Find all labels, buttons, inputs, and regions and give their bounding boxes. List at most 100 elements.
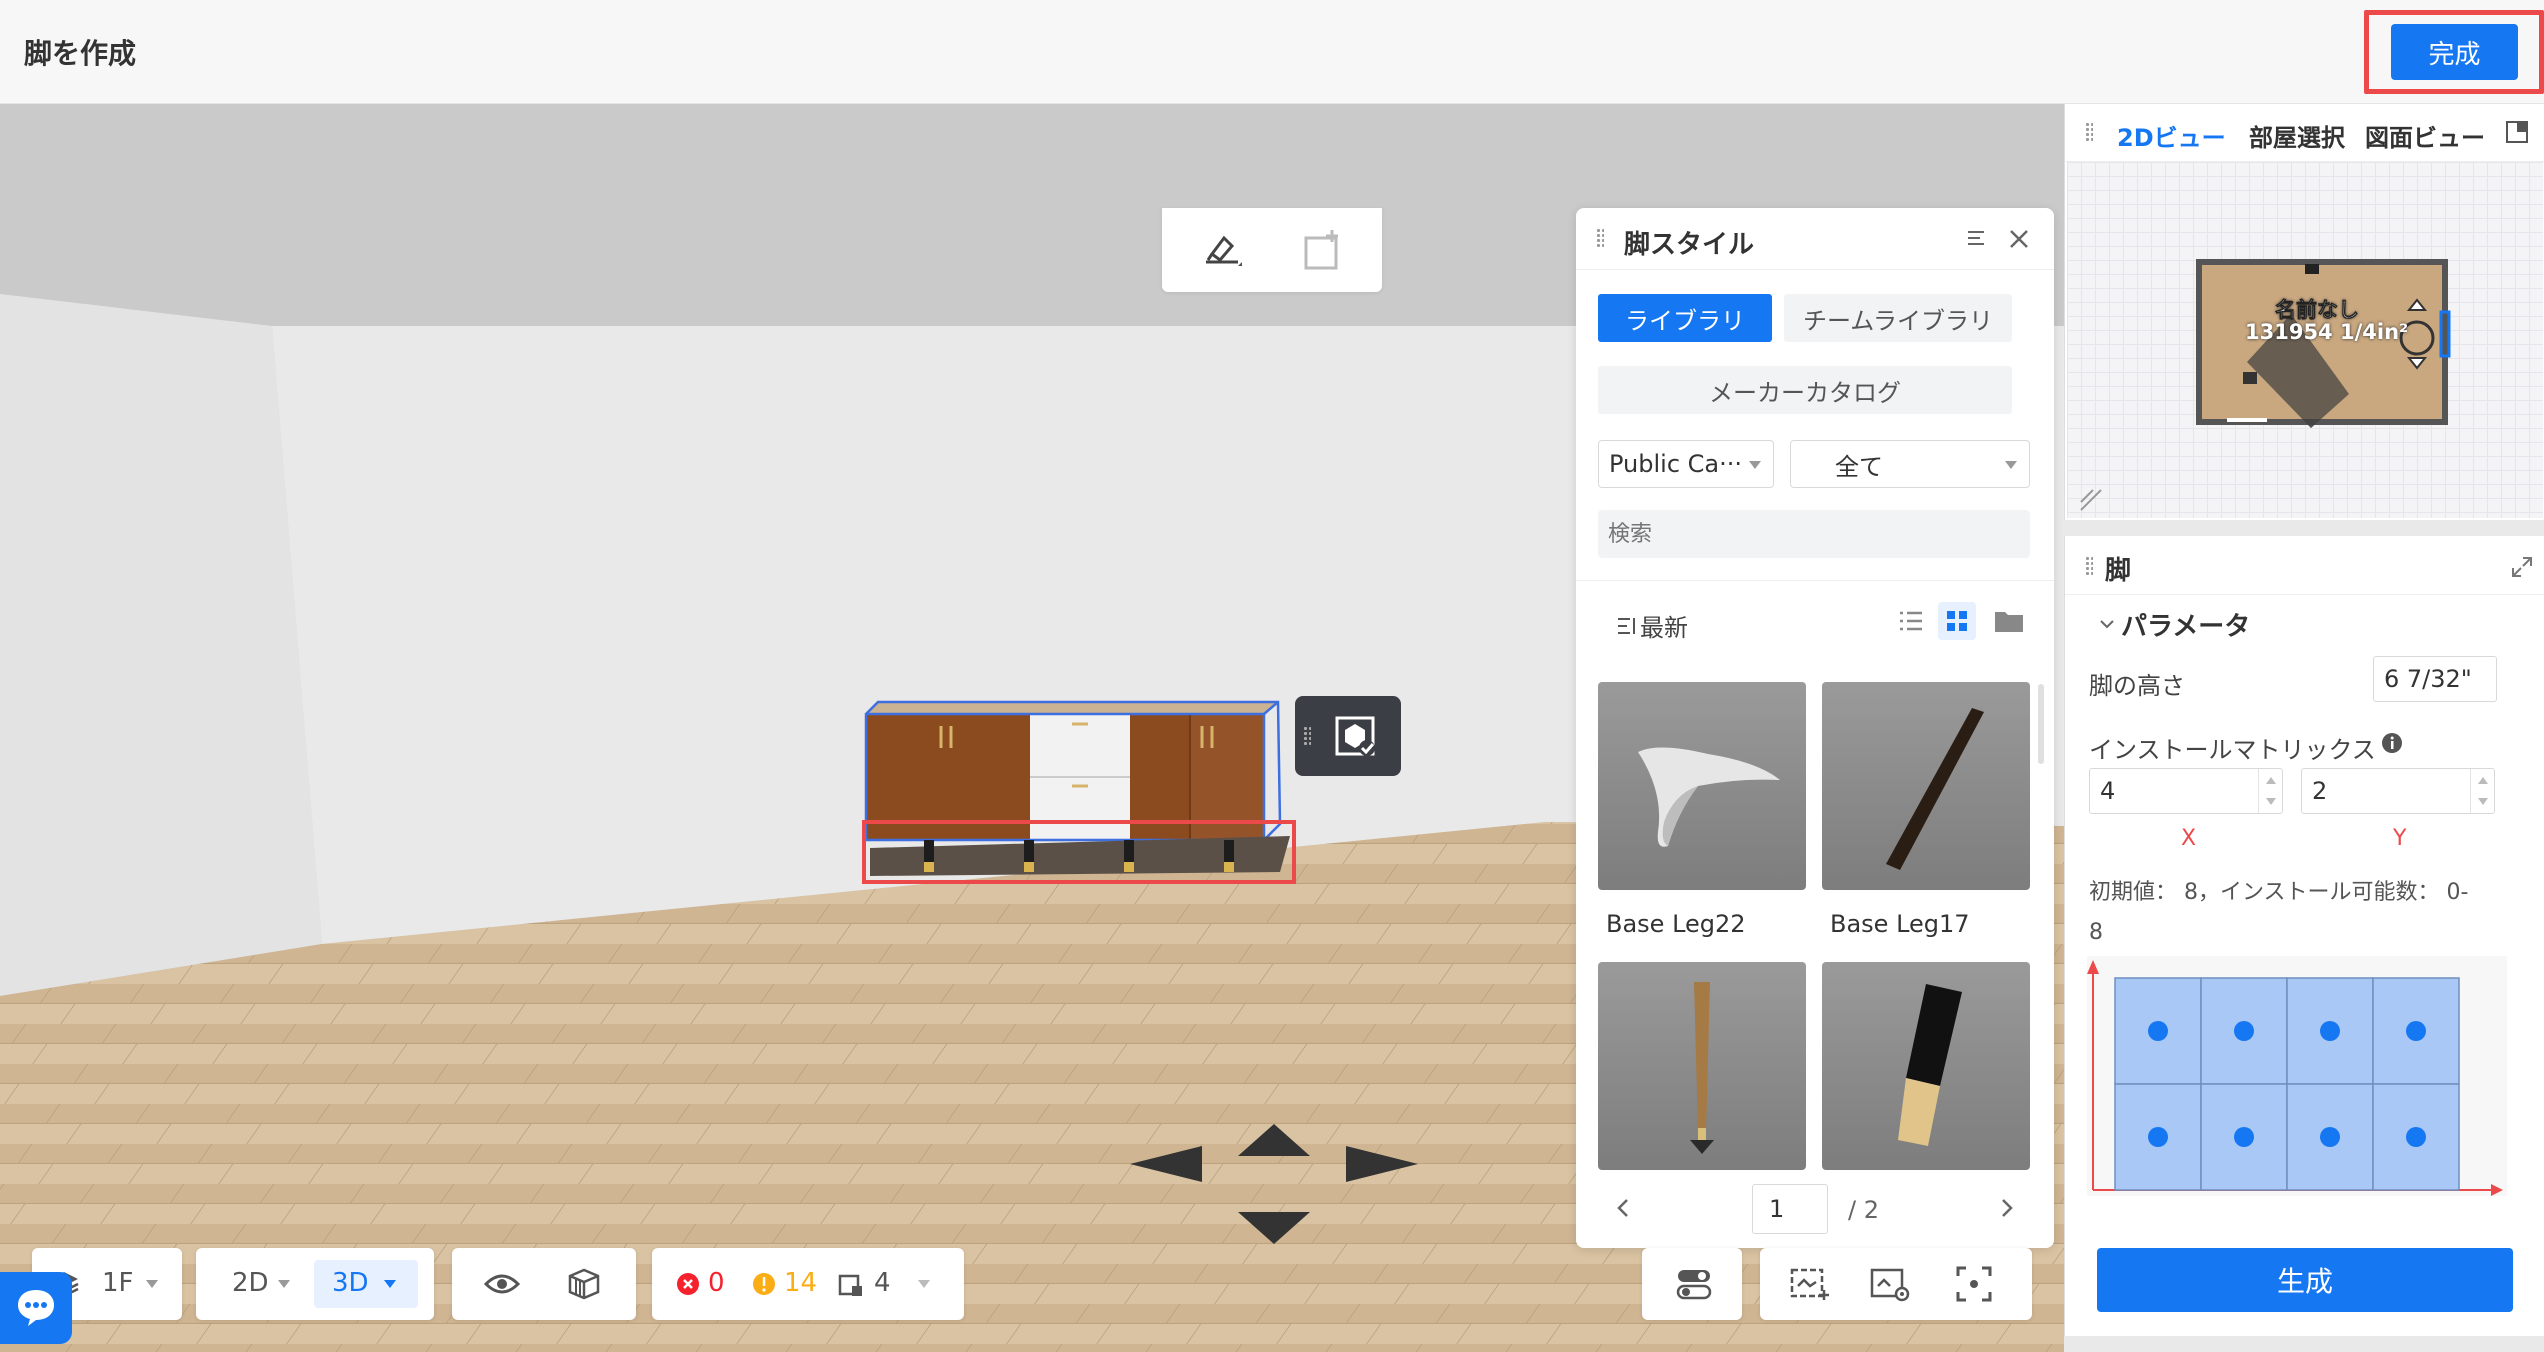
chevron-down-icon	[278, 1280, 290, 1288]
warning-icon	[753, 1273, 775, 1295]
parameter-section-title[interactable]: パラメータ	[2121, 606, 2250, 643]
folder-icon[interactable]	[1994, 608, 2024, 634]
chevron-down-icon	[2005, 461, 2017, 469]
drag-handle-icon[interactable]	[1303, 726, 1311, 746]
stepper-icon[interactable]	[2470, 769, 2494, 813]
drag-handle-icon[interactable]	[1596, 228, 1604, 248]
error-count: 0	[708, 1268, 725, 1298]
cabinet-model[interactable]	[864, 700, 1290, 876]
brush-icon[interactable]	[1198, 226, 1246, 274]
view-3d-label: 3D	[332, 1268, 369, 1298]
chevron-down-icon[interactable]	[2097, 614, 2117, 634]
toggle-settings-icon	[1676, 1270, 1712, 1300]
cube-icon[interactable]	[566, 1266, 602, 1302]
viewport-top-toolbar	[1162, 208, 1382, 292]
tab-2d-view[interactable]: 2Dビュー	[2117, 118, 2226, 153]
settings-toggle[interactable]	[1642, 1248, 1742, 1320]
filter-select[interactable]: 全て	[1790, 440, 2030, 488]
search-input[interactable]	[1598, 510, 2030, 558]
page-title: 脚を作成	[24, 37, 137, 70]
divider	[1576, 580, 2054, 581]
drag-handle-icon[interactable]	[2085, 122, 2093, 142]
view-2d-button[interactable]: 2D	[232, 1268, 269, 1298]
chevron-down-icon	[1749, 461, 1761, 469]
category-select-value: Public Ca···	[1609, 450, 1743, 478]
sort-dropdown[interactable]: 最新	[1616, 608, 1688, 643]
scrollbar[interactable]	[2038, 684, 2044, 764]
status-indicators[interactable]: 0 14 4	[652, 1248, 964, 1320]
cube-check-icon[interactable]	[1331, 712, 1379, 760]
plan-view-tabs: 2Dビュー 部屋選択 図面ビュー	[2065, 104, 2544, 162]
eye-icon[interactable]	[484, 1268, 520, 1300]
category-select[interactable]: Public Ca···	[1598, 440, 1774, 488]
leg-item-thumbnail[interactable]	[1822, 682, 2030, 890]
x-axis-label: X	[2181, 826, 2197, 851]
leg-position-dot	[2234, 1021, 2254, 1041]
drag-handle-icon[interactable]	[2085, 556, 2093, 576]
render-settings-icon[interactable]	[1868, 1264, 1912, 1304]
list-view-icon[interactable]	[1898, 608, 1924, 634]
leg-item-thumbnail[interactable]	[1598, 962, 1806, 1170]
leg-position-dot	[2234, 1127, 2254, 1147]
stepper-icon[interactable]	[2258, 769, 2282, 813]
leg-item-thumbnail[interactable]	[1598, 682, 1806, 890]
leg-style-panel-header: 脚スタイル	[1576, 208, 2054, 270]
collapse-icon[interactable]	[1966, 228, 1988, 250]
item-list-icon	[838, 1274, 862, 1296]
window-icon[interactable]	[2505, 120, 2529, 144]
install-matrix-diagram[interactable]	[2087, 956, 2507, 1196]
expand-icon[interactable]	[2511, 556, 2533, 578]
next-page-icon[interactable]	[1994, 1196, 2018, 1220]
view-3d-button[interactable]: 3D	[314, 1260, 418, 1308]
tab-library[interactable]: ライブラリ	[1598, 294, 1772, 342]
top-bar: 脚を作成 完成	[0, 0, 2544, 104]
close-icon[interactable]	[2008, 228, 2030, 250]
leg-position-dot	[2320, 1127, 2340, 1147]
floor-label: 1F	[102, 1268, 134, 1298]
matrix-x-value: 4	[2100, 777, 2116, 805]
leg-style-panel-title: 脚スタイル	[1624, 230, 1755, 260]
grid-view-button[interactable]	[1938, 602, 1976, 640]
chat-button[interactable]	[0, 1272, 72, 1344]
matrix-x-input[interactable]: 4	[2089, 768, 2283, 814]
install-hint: 初期値： 8，インストール可能数： 0-	[2089, 880, 2469, 905]
leg-model-image	[1886, 708, 1984, 870]
divider	[2065, 594, 2544, 595]
leg-item-thumbnail[interactable]	[1822, 962, 2030, 1170]
chat-bubble-icon	[18, 1290, 54, 1326]
y-axis-label: Y	[2393, 826, 2407, 851]
floor-plan-canvas[interactable]: 名前なし 131954 1/4in²	[2067, 162, 2543, 518]
done-button[interactable]: 完成	[2391, 24, 2518, 80]
info-icon[interactable]	[2381, 732, 2403, 754]
matrix-y-input[interactable]: 2	[2301, 768, 2495, 814]
object-action-widget[interactable]	[1295, 696, 1401, 776]
page-input[interactable]: 1	[1752, 1184, 1828, 1234]
generate-button[interactable]: 生成	[2097, 1248, 2513, 1312]
leg-height-label: 脚の高さ	[2089, 672, 2185, 700]
screenshot-icon[interactable]	[1788, 1264, 1832, 1304]
tab-team-library[interactable]: チームライブラリ	[1784, 294, 2012, 342]
plan-view-panel: 2Dビュー 部屋選択 図面ビュー 名前なし 131954 1/4in²	[2064, 104, 2544, 520]
warning-count: 14	[784, 1268, 818, 1298]
leg-position-dot	[2148, 1021, 2168, 1041]
matrix-y-value: 2	[2312, 777, 2328, 805]
chevron-down-icon	[146, 1280, 158, 1288]
prev-page-icon[interactable]	[1612, 1196, 1636, 1220]
maker-catalog-button[interactable]: メーカーカタログ	[1598, 366, 2012, 414]
leg-height-input[interactable]: 6 7/32"	[2373, 656, 2497, 702]
leg-position-dot	[2148, 1127, 2168, 1147]
tab-room-select[interactable]: 部屋選択	[2249, 118, 2345, 153]
view-mode-switch: 2D 3D	[196, 1248, 434, 1320]
leg-position-dot	[2320, 1021, 2340, 1041]
leg-model-image	[1898, 984, 1962, 1146]
leg-parameter-panel: 脚 パラメータ 脚の高さ 6 7/32" インストールマトリックス 4 2 X …	[2064, 536, 2544, 1336]
frame-icon[interactable]	[1298, 226, 1346, 274]
sort-icon	[1618, 617, 1635, 634]
tab-drawing-view[interactable]: 図面ビュー	[2365, 118, 2485, 153]
leg-model-image	[1690, 982, 1714, 1154]
camera-tools	[1760, 1248, 2032, 1320]
chevron-down-icon	[384, 1280, 396, 1288]
fit-view-icon[interactable]	[1954, 1264, 1994, 1304]
chevron-down-icon	[918, 1280, 930, 1288]
sort-label: 最新	[1640, 614, 1688, 642]
